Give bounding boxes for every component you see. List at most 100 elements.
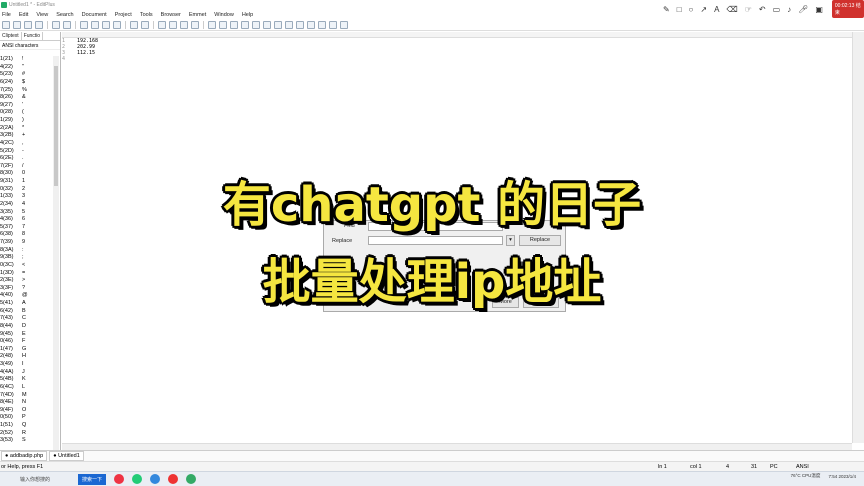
menu-window[interactable]: Window <box>214 12 234 18</box>
list-item[interactable]: 1(51) Q <box>0 422 52 430</box>
list-item[interactable]: 5(2D) - <box>0 148 52 156</box>
toolbar-separator <box>153 20 154 29</box>
list-item[interactable]: 4(2C), <box>0 140 52 148</box>
menu-edit[interactable]: Edit <box>19 12 28 18</box>
cliptext-library-select[interactable]: ANSI characters <box>0 41 60 50</box>
menu-help[interactable]: Help <box>242 12 253 18</box>
clock[interactable]: 7:54 2023/1/4 <box>828 474 856 479</box>
menu-browser[interactable]: Browser <box>161 12 181 18</box>
list-item[interactable]: 7(2F) / <box>0 163 52 171</box>
tab-untitled1[interactable]: ● Untitled1 <box>49 451 84 461</box>
list-item[interactable]: 6(2E). <box>0 155 52 163</box>
browser-icon[interactable] <box>208 20 216 29</box>
directory-icon[interactable] <box>307 20 315 29</box>
find-icon[interactable] <box>158 20 166 29</box>
code-text[interactable]: 192.168 202.99 112.15 <box>77 38 98 62</box>
new-file-icon[interactable] <box>2 20 10 29</box>
editor-vertical-scrollbar[interactable] <box>852 32 864 443</box>
ansi-char: P <box>22 414 26 421</box>
tab-functions[interactable]: Functio <box>22 32 44 40</box>
taskbar-search-button[interactable]: 搜索一下 <box>78 473 107 485</box>
menu-tools[interactable]: Tools <box>140 12 153 18</box>
fullscreen-icon[interactable] <box>329 20 337 29</box>
menu-document[interactable]: Document <box>82 12 107 18</box>
list-item[interactable]: 3(53) S <box>0 437 52 445</box>
list-item[interactable]: 7(39) 9 <box>0 239 52 247</box>
menu-search[interactable]: Search <box>56 12 73 18</box>
tab-cliptext[interactable]: Cliptext <box>0 32 22 40</box>
list-item[interactable]: 0(46) F <box>0 338 52 346</box>
line-number-icon[interactable] <box>241 20 249 29</box>
chat-app-icon[interactable] <box>132 474 143 484</box>
print-preview-icon[interactable] <box>63 20 71 29</box>
copy-icon[interactable] <box>91 20 99 29</box>
replace-icon[interactable] <box>169 20 177 29</box>
list-item[interactable]: 5(23) # <box>0 71 52 79</box>
delete-icon[interactable] <box>113 20 121 29</box>
cliptext-icon[interactable] <box>318 20 326 29</box>
panel-scroll-thumb[interactable] <box>54 66 58 186</box>
cpu-temp-widget[interactable]: 76°C CPU温度 <box>791 473 821 479</box>
menu-emmet[interactable]: Emmet <box>189 12 206 18</box>
tab-addbadip[interactable]: ● addbadip.php <box>1 451 48 461</box>
goto-icon[interactable] <box>191 20 199 29</box>
comment-icon[interactable] <box>296 20 304 29</box>
list-item[interactable]: 8(4E) N <box>0 399 52 407</box>
editplus-app-icon[interactable] <box>186 474 197 484</box>
paste-icon[interactable] <box>102 20 110 29</box>
cut-icon[interactable] <box>80 20 88 29</box>
replace-input[interactable] <box>368 236 503 245</box>
list-item[interactable]: 1(29)) <box>0 117 52 125</box>
list-item[interactable]: 2(2A) * <box>0 125 52 133</box>
editor-horizontal-scrollbar[interactable] <box>62 443 852 450</box>
save-all-icon[interactable] <box>35 20 43 29</box>
list-item[interactable]: 8(44) D <box>0 323 52 331</box>
indent-icon[interactable] <box>274 20 282 29</box>
list-item[interactable]: 7(4D) M <box>0 392 52 400</box>
column-select-icon[interactable] <box>252 20 260 29</box>
list-item[interactable]: 3(49) I <box>0 361 52 369</box>
save-icon[interactable] <box>24 20 32 29</box>
code-line[interactable]: 112.15 <box>77 50 98 56</box>
find-in-files-icon[interactable] <box>180 20 188 29</box>
list-item[interactable]: 0(50) P <box>0 414 52 422</box>
toolbar-separator <box>203 20 204 29</box>
list-item[interactable]: 3(2B) + <box>0 132 52 140</box>
list-item[interactable]: 1(47) G <box>0 346 52 354</box>
replace-label: Replace <box>332 238 353 244</box>
undo-icon[interactable] <box>130 20 138 29</box>
replace-button[interactable]: Replace <box>519 235 561 246</box>
word-wrap-icon[interactable] <box>219 20 227 29</box>
code-line[interactable] <box>77 56 98 62</box>
list-item[interactable]: 0(28) ( <box>0 109 52 117</box>
list-item[interactable]: 4(22) " <box>0 64 52 72</box>
list-item[interactable]: 6(24) $ <box>0 79 52 87</box>
list-item[interactable]: 6(4C) L <box>0 384 52 392</box>
list-item[interactable]: 1(21)! <box>0 56 52 64</box>
whitespace-icon[interactable] <box>263 20 271 29</box>
list-item[interactable]: 5(4B) K <box>0 376 52 384</box>
menu-view[interactable]: View <box>36 12 48 18</box>
settings-icon[interactable] <box>340 20 348 29</box>
list-item[interactable]: 7(25)% <box>0 87 52 95</box>
open-file-icon[interactable] <box>13 20 21 29</box>
menu-project[interactable]: Project <box>115 12 132 18</box>
list-item[interactable]: 9(4F) O <box>0 407 52 415</box>
list-item[interactable]: 2(48) H <box>0 353 52 361</box>
print-icon[interactable] <box>52 20 60 29</box>
replace-history-button[interactable]: ▾ <box>506 235 515 246</box>
explorer-app-icon[interactable] <box>150 474 161 484</box>
list-item[interactable]: 2(52) R <box>0 430 52 438</box>
list-item[interactable]: 9(27) ' <box>0 102 52 110</box>
list-item[interactable]: 9(45) E <box>0 331 52 339</box>
outdent-icon[interactable] <box>285 20 293 29</box>
menu-file[interactable]: File <box>2 12 11 18</box>
browser-app-icon[interactable] <box>114 474 125 484</box>
redo-icon[interactable] <box>141 20 149 29</box>
list-item[interactable]: 8(26) & <box>0 94 52 102</box>
list-item[interactable]: 4(4A) J <box>0 369 52 377</box>
wps-app-icon[interactable] <box>168 474 179 484</box>
taskbar-search-input[interactable]: 输入你想搜的 <box>20 476 50 483</box>
ruler-icon[interactable] <box>230 20 238 29</box>
list-item[interactable]: 7(43) C <box>0 315 52 323</box>
